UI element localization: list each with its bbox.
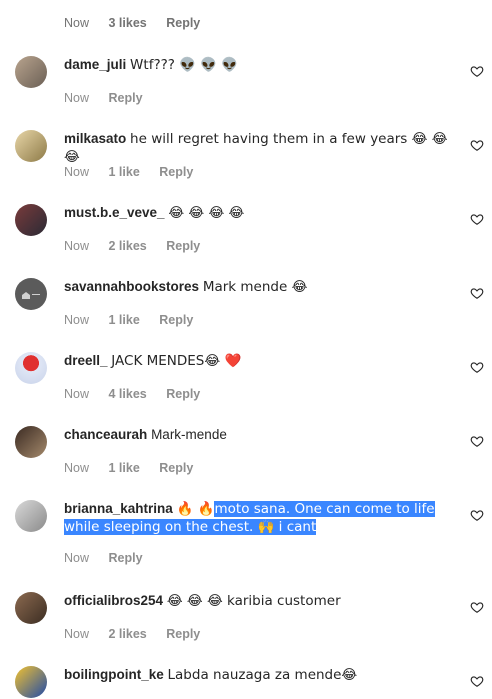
comment-username[interactable]: brianna_kahtrina [64, 501, 173, 516]
comment-body: Wtf??? 👽 👽 👽 [130, 57, 239, 73]
comment-meta: Now Reply [64, 91, 159, 105]
heart-outline-icon[interactable] [470, 508, 484, 522]
comment-text: officialibros254 😂 😂 😂 karibia customer [64, 592, 456, 610]
comment-username[interactable]: savannahbookstores [64, 279, 199, 294]
comment-username[interactable]: chanceaurah [64, 427, 147, 442]
comment-likes[interactable]: 1 like [109, 313, 140, 327]
comment-meta: Now 1 like Reply [64, 313, 209, 327]
reply-button[interactable]: Reply [166, 627, 200, 641]
reply-button[interactable]: Reply [166, 16, 200, 30]
avatar[interactable] [15, 130, 47, 162]
heart-outline-icon[interactable] [470, 600, 484, 614]
comment-time: Now [64, 461, 90, 475]
reply-button[interactable]: Reply [166, 239, 200, 253]
avatar[interactable] [15, 204, 47, 236]
comment-text: boilingpoint_ke Labda nauzaga za mende😂 [64, 666, 456, 684]
avatar[interactable] [15, 592, 47, 624]
comment-likes[interactable]: 4 likes [109, 387, 147, 401]
comment-text: dame_juli Wtf??? 👽 👽 👽 [64, 56, 456, 74]
comment-username[interactable]: must.b.e_veve_ [64, 205, 165, 220]
heart-outline-icon[interactable] [470, 64, 484, 78]
comment-text: brianna_kahtrina 🔥 🔥moto sana. One can c… [64, 500, 456, 536]
reply-button[interactable]: Reply [159, 461, 193, 475]
comment-meta: Now 1 like Reply [64, 165, 209, 179]
house-logo-icon [22, 292, 40, 299]
comment-meta: Now Reply [64, 551, 159, 565]
avatar[interactable] [15, 56, 47, 88]
reply-button[interactable]: Reply [159, 165, 193, 179]
comment-time: Now [64, 165, 90, 179]
reply-button[interactable]: Reply [109, 91, 143, 105]
comment-likes[interactable]: 1 like [109, 165, 140, 179]
reply-button[interactable]: Reply [159, 313, 193, 327]
comment-body: 😂 😂 😂 karibia customer [166, 593, 341, 609]
comment-body: 😂 😂 😂 😂 [168, 205, 245, 221]
comment-time: Now [64, 239, 90, 253]
heart-outline-icon[interactable] [470, 212, 484, 226]
comment-time: Now [64, 16, 90, 30]
comment-meta: Now 4 likes Reply [64, 387, 216, 401]
comment-time: Now [64, 627, 90, 641]
comment-body: Mark mende 😂 [202, 279, 308, 295]
reply-button[interactable]: Reply [166, 387, 200, 401]
comment-body: Labda nauzaga za mende😂 [167, 667, 358, 683]
comment-meta: Now 2 likes Reply [64, 627, 216, 641]
comment-username[interactable]: boilingpoint_ke [64, 667, 164, 682]
comment-likes[interactable]: 3 likes [109, 16, 147, 30]
heart-outline-icon[interactable] [470, 138, 484, 152]
avatar[interactable] [15, 666, 47, 698]
heart-outline-icon[interactable] [470, 674, 484, 688]
comment-username[interactable]: dame_juli [64, 57, 126, 72]
comment-text: milkasato he will regret having them in … [64, 130, 456, 166]
comment-body-prefix: 🔥 🔥 [176, 501, 215, 517]
heart-outline-icon[interactable] [470, 360, 484, 374]
comment-likes[interactable]: 2 likes [109, 239, 147, 253]
comment-text: must.b.e_veve_ 😂 😂 😂 😂 [64, 204, 456, 222]
avatar[interactable] [15, 426, 47, 458]
avatar[interactable] [15, 278, 47, 310]
comment-body: Mark-mende [151, 427, 227, 442]
comment-text: chanceaurah Mark-mende [64, 426, 456, 444]
comment-time: Now [64, 551, 90, 565]
heart-outline-icon[interactable] [470, 434, 484, 448]
avatar[interactable] [15, 500, 47, 532]
comment-meta: Now 2 likes Reply [64, 239, 216, 253]
comment-likes[interactable]: 2 likes [109, 627, 147, 641]
comment-meta-top: Now 3 likes Reply [64, 16, 200, 30]
comment-meta: Now 1 like Reply [64, 461, 209, 475]
heart-outline-icon[interactable] [470, 286, 484, 300]
comment-likes[interactable]: 1 like [109, 461, 140, 475]
comment-username[interactable]: dreell_ [64, 353, 108, 368]
comment-body: JACK MENDES😂 ❤️ [111, 353, 242, 369]
comment-time: Now [64, 387, 90, 401]
comment-text: dreell_ JACK MENDES😂 ❤️ [64, 352, 456, 370]
comment-username[interactable]: officialibros254 [64, 593, 163, 608]
comment-text: savannahbookstores Mark mende 😂 [64, 278, 456, 296]
reply-button[interactable]: Reply [109, 551, 143, 565]
comment-time: Now [64, 313, 90, 327]
comment-time: Now [64, 91, 90, 105]
avatar[interactable] [15, 352, 47, 384]
comment-username[interactable]: milkasato [64, 131, 126, 146]
